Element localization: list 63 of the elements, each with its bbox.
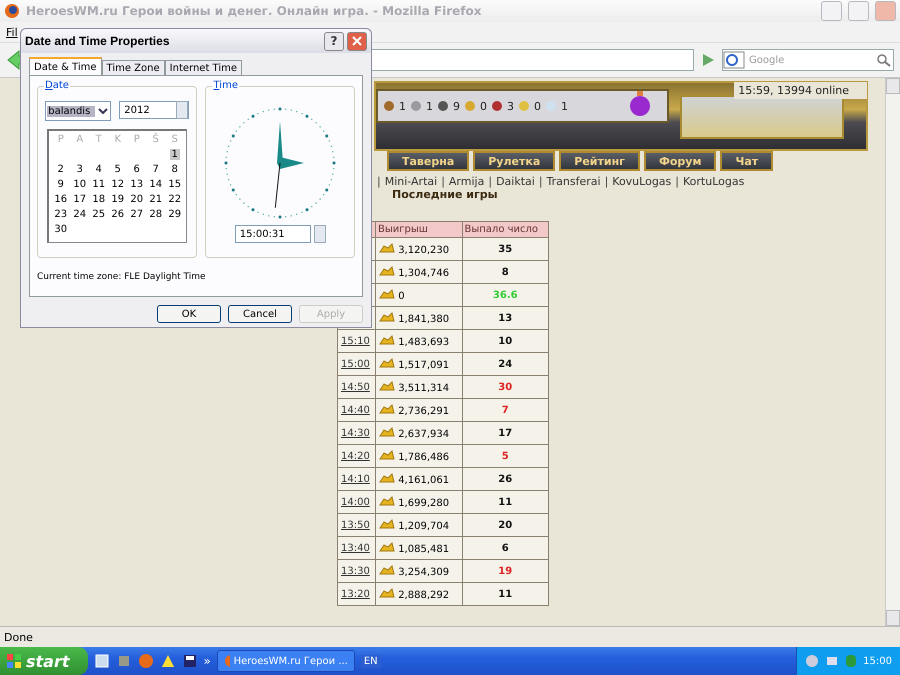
- weekday-label: S: [172, 134, 178, 145]
- table-cell: 5: [462, 444, 548, 468]
- table-cell: 3,120,230: [376, 238, 462, 260]
- table-cell: 35: [462, 238, 548, 260]
- group-label: Time: [212, 80, 239, 91]
- separator: |: [675, 175, 679, 188]
- table-cell: 1,483,693: [376, 330, 462, 352]
- weekday-label: T: [96, 134, 102, 145]
- table-cell: 1,517,091: [376, 352, 462, 376]
- table-cell: 36.6: [462, 284, 548, 306]
- table-cell: 1,304,746: [376, 260, 462, 284]
- table-cell: 1,699,280: [376, 490, 462, 514]
- resource-count: 0: [480, 100, 487, 112]
- column-header: Выпало число: [462, 222, 548, 238]
- table-cell: 11: [462, 490, 548, 514]
- online-status: 15:59, 13994 online: [734, 82, 867, 99]
- table-cell: 1,085,481: [376, 536, 462, 560]
- weekday-label: P: [58, 134, 64, 145]
- resource-count: 1: [399, 100, 406, 112]
- resource-count: 0: [534, 100, 541, 112]
- table-cell: 1,841,380: [376, 306, 462, 330]
- table-cell: 7: [462, 398, 548, 422]
- table-cell: 3,511,314: [376, 376, 462, 398]
- separator: |: [604, 175, 608, 188]
- resource-count: 3: [507, 100, 514, 112]
- table-cell: 11: [462, 582, 548, 606]
- table-cell: 3,254,309: [376, 560, 462, 582]
- status-text: Done: [4, 630, 33, 644]
- table-cell: 24: [462, 352, 548, 376]
- table-cell: 13: [462, 306, 548, 330]
- resource-count: 1: [426, 100, 433, 112]
- table-cell: 17: [462, 422, 548, 444]
- separator: |: [377, 175, 381, 188]
- separator: |: [441, 175, 445, 188]
- table-cell: 10: [462, 330, 548, 352]
- table-cell: 6: [462, 536, 548, 560]
- resource-count: 9: [453, 100, 460, 112]
- separator: |: [538, 175, 543, 188]
- table-cell: 20: [462, 514, 548, 536]
- weekday-label: P: [134, 134, 140, 145]
- weekday-label: A: [76, 134, 84, 145]
- group-label: Date: [44, 80, 70, 91]
- weekday-label: Š: [152, 134, 159, 145]
- table-cell: 1,209,704: [376, 514, 462, 536]
- separator: |: [488, 175, 492, 188]
- tray-clock: 15:00: [863, 656, 892, 666]
- window-title: HeroesWM.ru Герои войны и денег. Онлайн игра. - Mozilla Firefox: [26, 4, 482, 18]
- table-cell: 4,161,061: [376, 468, 462, 490]
- resource-count: 1: [561, 100, 568, 112]
- table-cell: 26: [462, 468, 548, 490]
- table-cell: 30: [462, 376, 548, 398]
- section-heading: Последние игры: [392, 188, 499, 201]
- table-cell: 1,786,486: [376, 444, 462, 468]
- table-cell: 8: [462, 260, 548, 284]
- timezone-text: Current time zone: FLE Daylight Time: [37, 272, 207, 282]
- table-cell: 2,888,292: [376, 582, 462, 606]
- table-cell: 2,637,934: [376, 422, 462, 444]
- table-cell: 0: [376, 284, 462, 306]
- column-header: Выигрыш: [376, 222, 462, 238]
- table-cell: 2,736,291: [376, 398, 462, 422]
- dialog-title: Date and Time Properties: [25, 34, 170, 48]
- weekday-label: K: [114, 134, 122, 145]
- table-cell: 19: [462, 560, 548, 582]
